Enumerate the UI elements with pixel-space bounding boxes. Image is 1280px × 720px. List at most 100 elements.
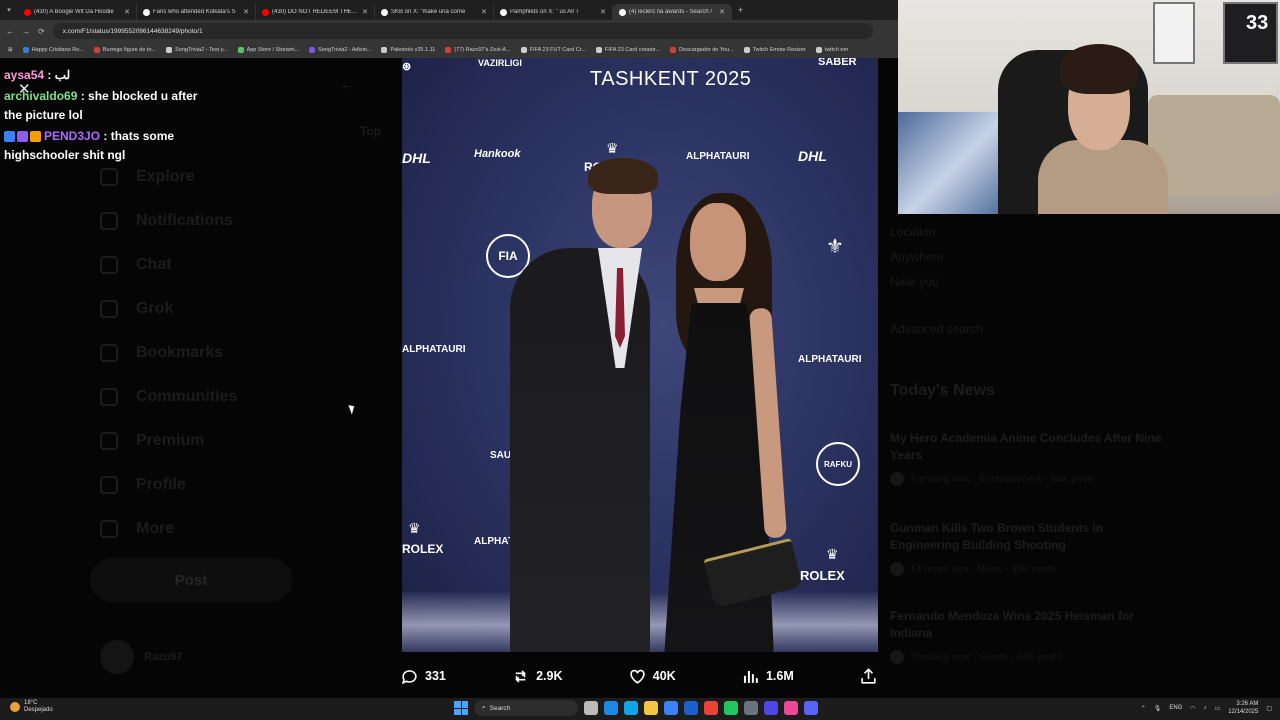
logo-alphatauri: ALPHATAURI [798, 354, 862, 365]
taskbar-app-icon[interactable] [804, 701, 818, 715]
back-arrow-icon[interactable]: ← [340, 76, 354, 92]
news-headline[interactable]: Fernando Mendoza Wins 2025 Heisman for I… [890, 608, 1170, 642]
new-tab-button[interactable]: + [732, 5, 743, 15]
battery-icon[interactable]: ▭ [1215, 705, 1221, 712]
taskbar-app-icon[interactable] [604, 701, 618, 715]
share-button[interactable] [859, 667, 878, 686]
bookmark-item[interactable]: Burrego figure de to... [93, 47, 157, 53]
sidebar-item-premium[interactable]: Premium [100, 432, 204, 450]
logo-hankook: Hankook [474, 148, 521, 160]
start-button[interactable] [454, 701, 468, 715]
browser-tab[interactable]: (4) leclerc fia awards - Search / ✕ [613, 4, 732, 20]
apps-grid-icon[interactable]: ⊞ [8, 47, 13, 53]
tab-top[interactable]: Top [360, 124, 381, 138]
bookmark-item[interactable]: Descargador de You... [670, 47, 734, 53]
microphone-icon[interactable]: 🎙 [1154, 705, 1162, 712]
taskbar-app-icon[interactable] [704, 701, 718, 715]
url-field[interactable]: x.com/F1/status/1999552096144638249/phot… [52, 23, 873, 39]
bookmark-item[interactable]: FIFA 23 Card creator... [595, 47, 660, 53]
webcam-overlay: 33 [898, 0, 1280, 214]
browser-tab[interactable]: SKB on X: "make una come ✕ [375, 4, 494, 20]
close-icon[interactable]: ✕ [18, 80, 31, 98]
sidebar-item-label: Premium [136, 432, 205, 449]
clock[interactable]: 3:26 AM 12/14/2025 [1228, 700, 1258, 716]
taskbar-app-icon[interactable] [724, 701, 738, 715]
jersey-number: 33 [1246, 12, 1269, 34]
chevron-up-icon[interactable]: ⌃ [1141, 705, 1146, 712]
back-icon[interactable]: ← [6, 27, 14, 36]
bookmark-item[interactable]: SongTrivia2 - Adivin... [309, 47, 371, 53]
tab-close-icon[interactable]: ✕ [243, 8, 249, 16]
bookmark-item[interactable]: FIFA 23 FUT Card Cr... [520, 47, 586, 53]
notification-icon[interactable]: ▢ [1266, 705, 1272, 712]
sidebar-item-bookmarks[interactable]: Bookmarks [100, 344, 223, 362]
sidebar-item-notifications[interactable]: Notifications [100, 212, 233, 230]
browser-tab[interactable]: Pamphlets on X: " us All T ✕ [494, 4, 613, 20]
taskbar-search[interactable]: ⌕ Search [474, 700, 578, 716]
sidebar-item-chat[interactable]: Chat [100, 256, 172, 274]
logo-alphatauri: ALPHATAURI [686, 151, 750, 162]
bookmark-item[interactable]: App Store / Streami... [237, 47, 300, 53]
address-bar-row: ← → ⟳ x.com/F1/status/199955209614463824… [0, 20, 900, 42]
bookmark-item[interactable]: SongTrivia2 - Test y... [166, 47, 228, 53]
avatar [100, 640, 134, 674]
tab-title: SKB on X: "make una come [391, 9, 466, 15]
sidebar-item-communities[interactable]: Communities [100, 388, 237, 406]
taskbar-app-icon[interactable] [784, 701, 798, 715]
taskbar-app-icon[interactable] [644, 701, 658, 715]
bookmark-label: Burrego figure de to... [102, 47, 157, 53]
sidebar-item-explore[interactable]: Explore [100, 168, 195, 186]
bookmark-item[interactable]: Happy Cristiano Ro... [22, 47, 84, 53]
bookmark-item[interactable]: (77) Razo97's Zest-A... [445, 47, 511, 53]
chat-separator: : [77, 89, 89, 103]
tab-close-icon[interactable]: ✕ [719, 8, 725, 16]
reply-button[interactable]: 331 [400, 667, 446, 686]
repost-button[interactable]: 2.9K [511, 667, 563, 686]
sidebar-item-profile[interactable]: Profile [100, 476, 186, 494]
tab-close-icon[interactable]: ✕ [481, 8, 487, 16]
post-photo[interactable]: ⊛ VAZIRLIGI SABER TASHKENT 2025 DHL Hank… [402, 58, 878, 652]
bookmark-favicon-icon [237, 47, 244, 53]
tab-close-icon[interactable]: ✕ [124, 8, 130, 16]
news-headline[interactable]: Gunman Kills Two Brown Students in Engin… [890, 520, 1170, 554]
taskbar-app-icon[interactable] [684, 701, 698, 715]
tab-close-icon[interactable]: ✕ [362, 8, 368, 16]
volume-icon[interactable]: ♪ [1204, 705, 1207, 711]
bookmark-item[interactable]: Twitch Emote Resizer [743, 47, 806, 53]
like-button[interactable]: 40K [628, 667, 676, 686]
sidebar-item-more[interactable]: More [100, 520, 174, 538]
news-headline[interactable]: My Hero Academia Anime Concludes After N… [890, 430, 1170, 464]
browser-tab[interactable]: Fans who attended Kolkata's S ✕ [137, 4, 256, 20]
browser-tab[interactable]: (430) A Boogie Wit Da Hoodie ✕ [18, 4, 137, 20]
sidebar-item-grok[interactable]: Grok [100, 300, 173, 318]
taskbar-app-icon[interactable] [664, 701, 678, 715]
taskbar-app-icon[interactable] [624, 701, 638, 715]
sidebar-item-label: Communities [136, 388, 238, 405]
tab-search-icon[interactable]: ▾ [0, 6, 18, 14]
weather-widget[interactable]: 18°C Despejado [10, 700, 53, 714]
chat-badge-icon [30, 131, 41, 143]
post-button[interactable]: Post [90, 558, 292, 602]
bookmark-label: App Store / Streami... [246, 47, 300, 53]
bookmark-favicon-icon [166, 47, 173, 53]
tab-close-icon[interactable]: ✕ [600, 8, 606, 16]
wifi-icon[interactable]: ◠ [1190, 705, 1195, 712]
sidebar-item-label: Profile [136, 476, 186, 493]
advanced-search-link[interactable]: Advanced search [890, 322, 983, 336]
reload-icon[interactable]: ⟳ [38, 27, 45, 36]
bookmark-item[interactable]: twitch em [815, 47, 848, 53]
bookmark-item[interactable]: Paletools v25.1.11 [381, 47, 435, 53]
streamer-shirt [1038, 140, 1168, 214]
profile-name: Razo97 [144, 651, 183, 663]
taskbar-app-icon[interactable] [584, 701, 598, 715]
account-switcher[interactable]: Razo97 [100, 640, 183, 674]
language-indicator[interactable]: ENG [1169, 705, 1182, 711]
views-button[interactable]: 1.6M [741, 667, 794, 686]
taskbar-app-icon[interactable] [764, 701, 778, 715]
forward-icon[interactable]: → [22, 27, 30, 36]
taskbar-app-icon[interactable] [744, 701, 758, 715]
browser-tab[interactable]: (430) DO NOT REDEEM THE CA ✕ [256, 4, 375, 20]
tab-favicon-icon [619, 8, 626, 16]
anywhere-option[interactable]: Anywhere [890, 250, 943, 264]
near-you-option[interactable]: Near you [890, 275, 939, 289]
